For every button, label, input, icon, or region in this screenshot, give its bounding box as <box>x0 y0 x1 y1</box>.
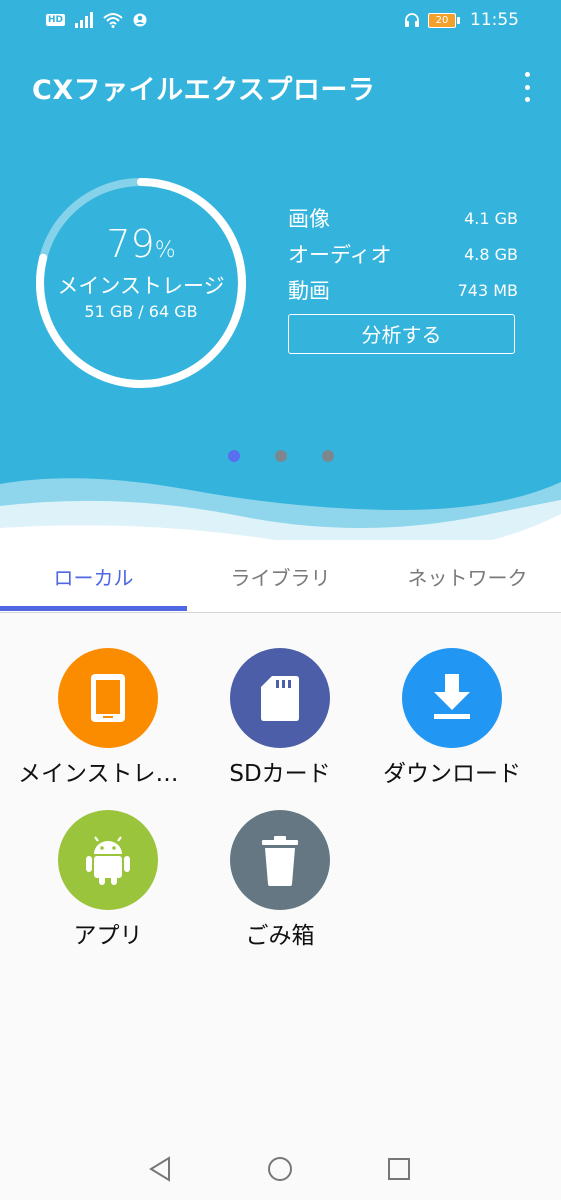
recents-icon[interactable] <box>382 1152 416 1186</box>
stat-row-images: 画像 4.1 GB <box>288 200 518 236</box>
location-downloads[interactable]: ダウンロード <box>362 648 542 788</box>
storage-name: メインストレージ <box>57 274 225 298</box>
tab-library[interactable]: ライブラリ <box>187 562 374 591</box>
app-title: CXファイルエクスプローラ <box>32 75 376 106</box>
overflow-menu-icon[interactable] <box>518 72 536 102</box>
page-dot[interactable] <box>322 450 334 462</box>
stat-row-video: 動画 743 MB <box>288 272 518 308</box>
location-label: メインストレージ <box>18 761 198 787</box>
location-sd-card[interactable]: SDカード <box>190 648 370 788</box>
location-trash[interactable]: ごみ箱 <box>190 810 370 950</box>
location-label: アプリ <box>73 923 143 949</box>
android-icon <box>58 810 158 910</box>
battery-indicator: 20 <box>428 12 460 28</box>
page-dot[interactable] <box>275 450 287 462</box>
storage-ring-text[interactable]: 79% メインストレージ 51 GB / 64 GB <box>34 176 248 390</box>
hd-badge: HD <box>46 14 66 26</box>
status-bar: HD 20 11:55 <box>0 0 561 42</box>
tablet-icon <box>58 648 158 748</box>
location-label: ダウンロード <box>383 761 521 787</box>
wifi-icon <box>103 13 123 28</box>
stat-value: 743 MB <box>457 280 518 300</box>
stat-label: 動画 <box>288 279 330 303</box>
location-label: SDカード <box>229 761 331 787</box>
analyze-button[interactable]: 分析する <box>288 314 515 354</box>
stat-value: 4.8 GB <box>464 244 518 264</box>
storage-stats: 画像 4.1 GB オーディオ 4.8 GB 動画 743 MB <box>288 200 518 308</box>
tab-network[interactable]: ネットワーク <box>374 562 561 591</box>
signal-icon <box>75 12 94 28</box>
location-main-storage[interactable]: メインストレージ <box>18 648 198 788</box>
account-icon <box>133 13 147 27</box>
location-label: ごみ箱 <box>245 923 315 949</box>
stat-label: 画像 <box>288 207 330 231</box>
storage-percent: 79% <box>106 222 176 266</box>
page-indicator <box>0 450 561 462</box>
download-icon <box>402 648 502 748</box>
home-icon[interactable] <box>263 1152 297 1186</box>
system-nav-bar <box>0 1136 561 1200</box>
tab-bar: ローカル ライブラリ ネットワーク <box>0 540 561 613</box>
trash-icon <box>230 810 330 910</box>
stat-row-audio: オーディオ 4.8 GB <box>288 236 518 272</box>
back-icon[interactable] <box>143 1152 177 1186</box>
storage-header: HD 20 11:55 CXファイルエクスプローラ 79% メインストレージ 5… <box>0 0 561 540</box>
sd-card-icon <box>230 648 330 748</box>
wave-decoration <box>0 478 561 540</box>
page-dot[interactable] <box>228 450 240 462</box>
stat-label: オーディオ <box>288 243 392 267</box>
clock: 11:55 <box>470 10 519 30</box>
tab-local[interactable]: ローカル <box>0 562 187 591</box>
tab-indicator <box>0 606 187 611</box>
stat-value: 4.1 GB <box>464 208 518 228</box>
location-apps[interactable]: アプリ <box>18 810 198 950</box>
headphones-icon <box>405 13 419 27</box>
storage-usage: 51 GB / 64 GB <box>84 302 198 321</box>
